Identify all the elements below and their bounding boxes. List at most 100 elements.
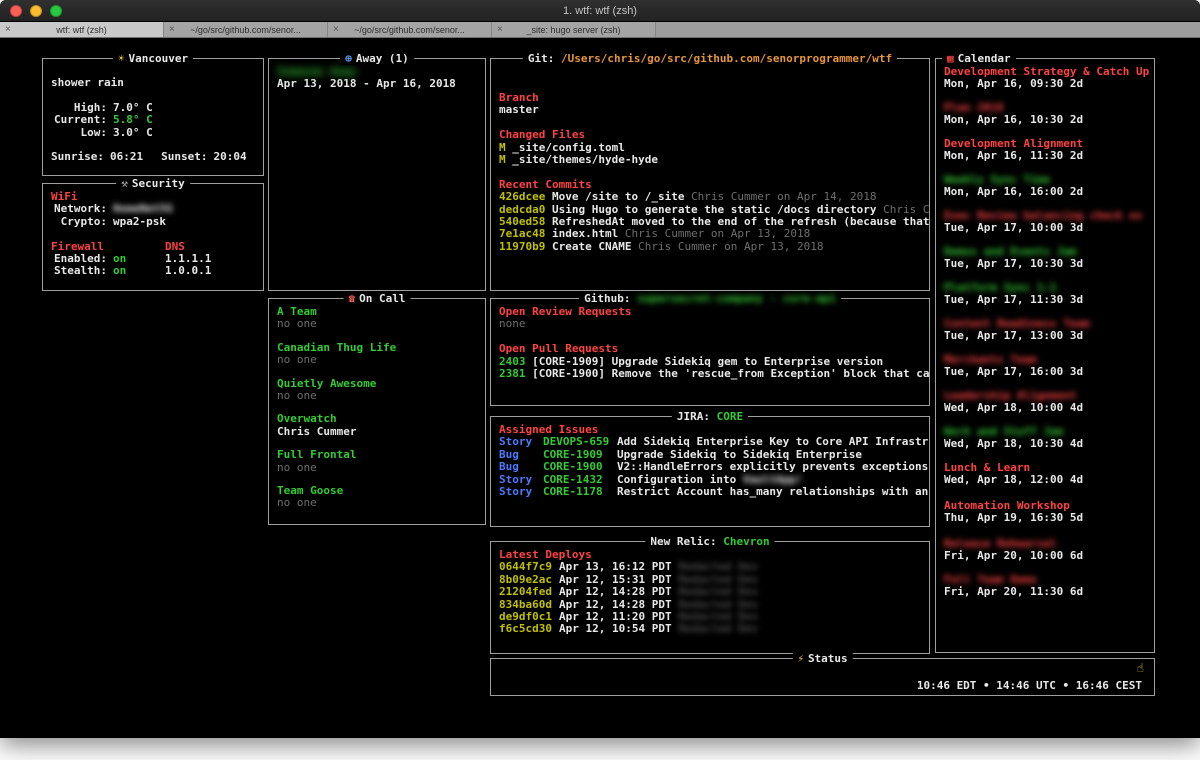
status-panel-title: ⚡Status: [792, 652, 852, 665]
git-changed-file: M _site/themes/hyde-hyde: [499, 154, 921, 166]
calendar-panel: ▦Calendar Development Strategy & Catch U…: [935, 58, 1155, 653]
git-panel: Git: /Users/chris/go/src/github.com/seno…: [490, 58, 930, 291]
jira-issue-row: StoryCORE-1178Restrict Account has_many …: [499, 486, 921, 498]
weather-current-value: 5.8° C: [113, 114, 153, 126]
terminal-screen[interactable]: ☀Vancouver shower rain High:7.0° C Curre…: [0, 38, 1200, 737]
status-panel: ⚡Status ☝ 10:46 EDT • 14:46 UTC • 16:46 …: [490, 658, 1155, 696]
deploy-when: Apr 12, 14:28 PDT: [559, 585, 672, 598]
commit-hash: 11970b9: [499, 240, 545, 253]
event-title-redacted: Plan 2018: [944, 102, 1146, 114]
newrelic-panel-title: New Relic: Chevron: [645, 535, 774, 548]
deploy-when: Apr 12, 14:28 PDT: [559, 598, 672, 611]
event-title-redacted: Weekly Sync Time: [944, 174, 1146, 186]
close-window-button[interactable]: [10, 5, 22, 17]
tab-go-src-2[interactable]: × ~/go/src/github.com/senor...: [328, 22, 492, 37]
calendar-icon: ▦: [947, 52, 954, 65]
deploy-row: f6c5cd30Apr 12, 10:54 PDTRedacted Dev: [499, 623, 921, 635]
tab-go-src-1[interactable]: × ~/go/src/github.com/senor...: [164, 22, 328, 37]
deploy-who-redacted: Redacted Dev: [679, 560, 758, 573]
commit-meta: Chris Cummer on Apr 13, 2018: [638, 240, 823, 253]
jira-label: JIRA:: [677, 410, 710, 423]
security-title-text: Security: [132, 177, 185, 190]
deploy-hash: 8b09e2ac: [499, 573, 552, 586]
github-label: Github:: [584, 292, 630, 305]
event-when: Wed, Apr 18, 10:00 4d: [944, 402, 1146, 414]
deploy-when: Apr 12, 10:54 PDT: [559, 622, 672, 635]
sunset-value: 20:04: [213, 151, 246, 163]
tab-bar: × wtf: wtf (zsh) × ~/go/src/github.com/s…: [0, 22, 1200, 38]
git-file-path: _site/themes/hyde-hyde: [512, 153, 658, 166]
commit-meta: Chris Cummer on Apr 14, 2018: [691, 190, 876, 203]
sunrise-label: Sunrise:: [51, 151, 104, 163]
phone-icon: ☎: [349, 292, 356, 305]
calendar-event: Merchants Team Tue, Apr 17, 16:00 3d: [944, 354, 1146, 379]
window-title: 1. wtf: wtf (zsh): [0, 0, 1200, 22]
stealth-value: on: [113, 264, 126, 277]
issue-type: Story: [499, 436, 543, 448]
git-file-flag: M: [499, 141, 506, 154]
tab-label: ~/go/src/github.com/senor...: [190, 25, 301, 35]
dns-secondary: 1.0.0.1: [165, 265, 211, 277]
deploy-when: Apr 12, 15:31 PDT: [559, 573, 672, 586]
calendar-event: Lunch & Learn Wed, Apr 18, 12:00 4d: [944, 462, 1146, 487]
oncall-team: Team Goose no one: [277, 485, 477, 510]
calendar-event: Release Rehearsal Fri, Apr 20, 10:00 6d: [944, 538, 1146, 563]
deploy-who-redacted: Redacted Dev: [679, 585, 758, 598]
sunrise-value: 06:21: [110, 151, 143, 163]
tab-close-icon[interactable]: ×: [5, 24, 11, 35]
calendar-event: Demos and Events Jam Tue, Apr 17, 10:30 …: [944, 246, 1146, 271]
tab-wtf[interactable]: × wtf: wtf (zsh): [0, 22, 164, 37]
window-titlebar[interactable]: 1. wtf: wtf (zsh): [0, 0, 1200, 22]
jira-project: CORE: [717, 410, 744, 423]
newrelic-app: Chevron: [723, 535, 769, 548]
tools-icon: ⚒: [121, 177, 128, 190]
oncall-team-name: Full Frontal: [277, 449, 477, 461]
commit-message: index.html: [552, 227, 618, 240]
commit-hash: dedcda0: [499, 203, 545, 216]
network-value-redacted: HomeNet5G: [113, 202, 173, 215]
event-when: Thu, Apr 19, 16:30 5d: [944, 512, 1146, 524]
tab-hugo-server[interactable]: × _site: hugo server (zsh): [492, 22, 656, 37]
commit-message: Using Hugo to generate the static /docs …: [552, 203, 877, 216]
zoom-window-button[interactable]: [50, 5, 62, 17]
commit-hash: 7e1ac48: [499, 227, 545, 240]
weather-city: Vancouver: [129, 52, 189, 65]
git-file-flag: M: [499, 153, 506, 166]
event-when: Wed, Apr 18, 10:30 4d: [944, 438, 1146, 450]
event-when: Tue, Apr 17, 11:30 3d: [944, 294, 1146, 306]
calendar-panel-title: ▦Calendar: [942, 52, 1016, 65]
event-when: Mon, Apr 16, 11:30 2d: [944, 150, 1146, 162]
event-title-redacted: Leadership Alignment: [944, 390, 1146, 402]
deploy-row: 21204fedApr 12, 14:28 PDTRedacted Dev: [499, 586, 921, 598]
minimize-window-button[interactable]: [30, 5, 42, 17]
event-title-redacted: Release Rehearsal: [944, 538, 1146, 550]
git-branch-header: Branch: [499, 92, 921, 104]
issue-type: Bug: [499, 461, 543, 473]
commit-meta: Chris Cummer: [883, 203, 929, 216]
issue-key: DEVOPS-659: [543, 436, 617, 448]
tab-close-icon[interactable]: ×: [169, 24, 175, 35]
git-panel-title: Git: /Users/chris/go/src/github.com/seno…: [523, 52, 897, 65]
away-panel: ⊕Away (1) Someone Away Apr 13, 2018 - Ap…: [268, 58, 486, 291]
deploy-who-redacted: Redacted Dev: [679, 598, 758, 611]
stealth-label: Stealth:: [51, 265, 107, 277]
tab-label: wtf: wtf (zsh): [56, 25, 107, 35]
security-panel-title: ⚒ Security: [116, 177, 190, 190]
git-file-path: _site/config.toml: [512, 141, 625, 154]
event-title-redacted: Full Team Demo: [944, 574, 1146, 586]
issue-type: Story: [499, 486, 543, 498]
tab-label: _site: hugo server (zsh): [526, 25, 620, 35]
tab-close-icon[interactable]: ×: [497, 24, 503, 35]
commit-meta: Chris Cummer on Apr 13, 2018: [625, 227, 810, 240]
deploy-hash: 0644f7c9: [499, 560, 552, 573]
sunset-label: Sunset:: [161, 151, 207, 163]
oncall-team-person: no one: [277, 390, 477, 402]
calendar-event: Plan 2018 Mon, Apr 16, 10:30 2d: [944, 102, 1146, 127]
git-branch-name: master: [499, 104, 921, 116]
crypto-label: Crypto:: [51, 216, 107, 228]
jira-issue-row: StoryDEVOPS-659Add Sidekiq Enterprise Ke…: [499, 436, 921, 448]
jira-panel-title: JIRA: CORE: [672, 410, 748, 423]
tab-close-icon[interactable]: ×: [333, 24, 339, 35]
event-when: Mon, Apr 16, 09:30 2d: [944, 78, 1146, 90]
deploy-row: 0644f7c9Apr 13, 16:12 PDTRedacted Dev: [499, 561, 921, 573]
